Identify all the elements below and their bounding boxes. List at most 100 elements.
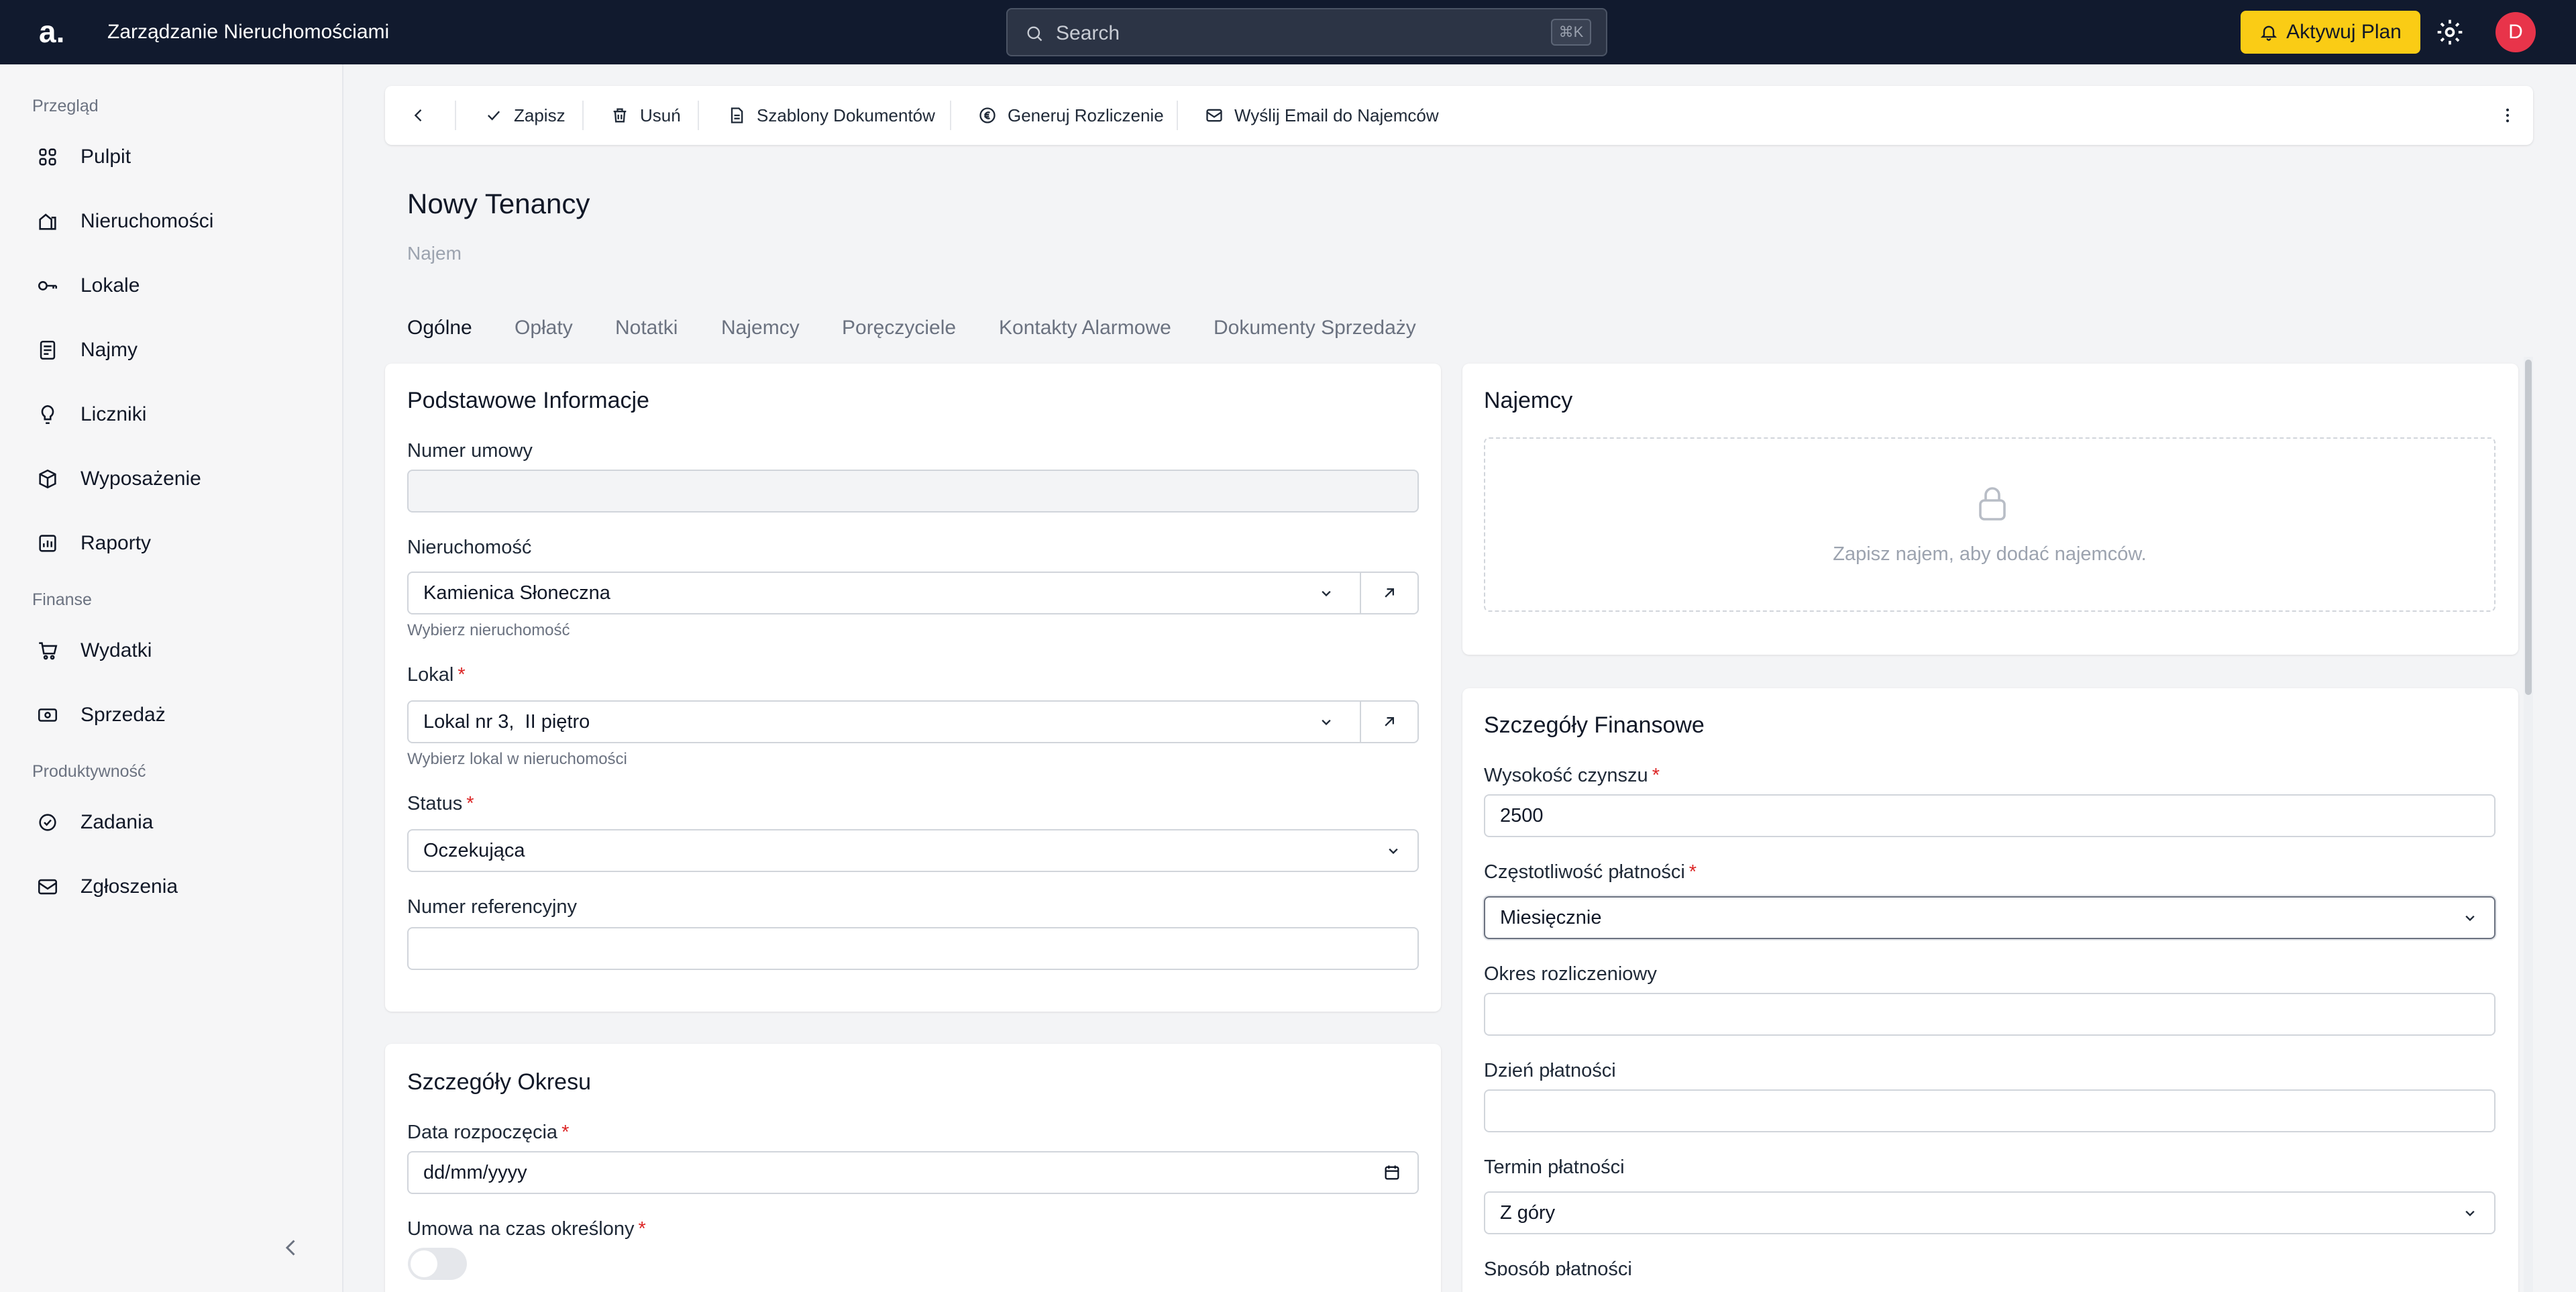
period-details-title: Szczegóły Okresu bbox=[407, 1069, 591, 1095]
unit-select-value: Lokal nr 3, II piętro bbox=[423, 710, 590, 733]
chevron-down-icon bbox=[1389, 848, 1398, 855]
sidebar-item-label: Pulpit bbox=[80, 146, 131, 168]
sidebar-item-equipment[interactable]: Wyposażenie bbox=[27, 457, 322, 500]
sidebar-item-expenses[interactable]: Wydatki bbox=[27, 629, 322, 672]
page-subtitle: Najem bbox=[407, 243, 462, 264]
sidebar-item-label: Zgłoszenia bbox=[80, 875, 178, 898]
tab-guarantors[interactable]: Poręczyciele bbox=[842, 317, 956, 339]
save-button-label: Zapisz bbox=[514, 105, 566, 125]
toolbar-divider bbox=[455, 101, 456, 130]
rent-amount-label: Wysokość czynszu * bbox=[1484, 765, 1660, 787]
email-tenants-label: Wyślij Email do Najemców bbox=[1234, 105, 1439, 125]
sidebar-item-label: Wydatki bbox=[80, 639, 152, 661]
chevron-left-icon bbox=[414, 109, 422, 121]
sidebar-section-productivity: Produktywność bbox=[32, 762, 146, 781]
email-tenants-button[interactable]: Wyślij Email do Najemców bbox=[1205, 86, 1439, 145]
open-unit-button[interactable] bbox=[1360, 700, 1419, 743]
back-button[interactable] bbox=[409, 86, 439, 145]
start-date-label: Data rozpoczęcia * bbox=[407, 1122, 569, 1144]
status-select[interactable]: Oczekująca bbox=[407, 829, 1419, 872]
delete-button[interactable]: Usuń bbox=[610, 86, 681, 145]
payment-due-select[interactable]: Z góry bbox=[1484, 1191, 2496, 1234]
property-select[interactable]: Kamienica Słoneczna bbox=[407, 572, 1361, 614]
chevron-down-icon bbox=[2465, 1210, 2475, 1217]
check-circle-icon bbox=[39, 814, 56, 831]
payment-day-field[interactable] bbox=[1484, 1089, 2496, 1132]
tenants-card-title: Najemcy bbox=[1484, 388, 1573, 413]
user-avatar[interactable]: D bbox=[2496, 12, 2536, 52]
payment-frequency-select[interactable]: Miesięcznie bbox=[1484, 896, 2496, 939]
required-asterisk: * bbox=[1652, 765, 1660, 786]
sidebar-item-meters[interactable]: Liczniki bbox=[27, 393, 322, 436]
sidebar-item-properties[interactable]: Nieruchomości bbox=[27, 200, 322, 243]
fixed-term-label: Umowa na czas określony * bbox=[407, 1218, 646, 1240]
payment-frequency-value: Miesięcznie bbox=[1500, 906, 1602, 928]
euro-icon bbox=[979, 107, 996, 123]
status-label: Status * bbox=[407, 793, 474, 815]
required-asterisk: * bbox=[638, 1218, 646, 1240]
tab-emergency-contacts[interactable]: Kontakty Alarmowe bbox=[999, 317, 1171, 339]
sidebar-item-units[interactable]: Lokale bbox=[27, 264, 322, 307]
save-button[interactable]: Zapisz bbox=[484, 86, 566, 145]
search-placeholder: Search bbox=[1056, 22, 1120, 44]
collapse-sidebar-chevron-icon[interactable] bbox=[279, 1236, 303, 1260]
file-icon bbox=[731, 107, 743, 123]
document-icon bbox=[40, 340, 56, 360]
content-scrollbar-thumb[interactable] bbox=[2525, 360, 2532, 695]
reference-number-label: Numer referencyjny bbox=[407, 896, 578, 918]
sidebar-item-label: Wyposażenie bbox=[80, 468, 201, 490]
tab-notes[interactable]: Notatki bbox=[615, 317, 678, 339]
billing-period-field[interactable] bbox=[1484, 993, 2496, 1036]
chevron-down-icon bbox=[1322, 590, 1331, 597]
generate-settlement-button[interactable]: Generuj Rozliczenie bbox=[978, 86, 1164, 145]
required-asterisk: * bbox=[458, 664, 466, 686]
reference-number-field[interactable] bbox=[407, 927, 1419, 970]
sidebar-item-requests[interactable]: Zgłoszenia bbox=[27, 865, 322, 908]
status-label-text: Status bbox=[407, 793, 463, 814]
sidebar-item-reports[interactable]: Raporty bbox=[27, 522, 322, 565]
chart-icon bbox=[39, 535, 56, 552]
action-toolbar: Zapisz Usuń Szablony Dokumentów Generuj … bbox=[385, 86, 2533, 145]
property-select-value: Kamienica Słoneczna bbox=[423, 582, 610, 604]
rent-amount-field[interactable]: 2500 bbox=[1484, 794, 2496, 837]
tab-fees[interactable]: Opłaty bbox=[515, 317, 573, 339]
sidebar-item-dashboard[interactable]: Pulpit bbox=[27, 136, 322, 178]
financial-details-title: Szczegóły Finansowe bbox=[1484, 712, 1705, 738]
upgrade-plan-button[interactable]: Aktywuj Plan bbox=[2241, 11, 2420, 54]
calendar-icon[interactable] bbox=[1383, 1163, 1401, 1182]
rent-amount-label-text: Wysokość czynszu bbox=[1484, 765, 1648, 786]
app-title: Zarządzanie Nieruchomościami bbox=[107, 21, 390, 43]
contract-number-field[interactable] bbox=[407, 470, 1419, 513]
search-input[interactable]: Search ⌘K bbox=[1006, 8, 1607, 56]
sidebar-item-tasks[interactable]: Zadania bbox=[27, 801, 322, 844]
more-options-button[interactable] bbox=[2498, 86, 2528, 145]
payment-due-label: Termin płatności bbox=[1484, 1156, 1625, 1178]
sidebar-item-tenancies[interactable]: Najmy bbox=[27, 329, 322, 372]
payment-day-label: Dzień płatności bbox=[1484, 1060, 1616, 1081]
settings-gear-icon[interactable] bbox=[2435, 17, 2465, 47]
unit-label-text: Lokal bbox=[407, 664, 454, 686]
open-property-button[interactable] bbox=[1360, 572, 1419, 614]
sidebar-item-label: Nieruchomości bbox=[80, 210, 214, 232]
tab-sales-documents[interactable]: Dokumenty Sprzedaży bbox=[1214, 317, 1416, 339]
unit-hint: Wybierz lokal w nieruchomości bbox=[407, 750, 627, 768]
tab-general[interactable]: Ogólne bbox=[407, 317, 472, 339]
external-link-icon bbox=[1385, 588, 1394, 598]
property-hint: Wybierz nieruchomość bbox=[407, 621, 570, 639]
start-date-field[interactable]: dd/mm/yyyy bbox=[407, 1151, 1419, 1194]
app-logo[interactable]: a. bbox=[39, 15, 72, 48]
payment-frequency-label: Częstotliwość płatności * bbox=[1484, 861, 1697, 883]
fixed-term-toggle[interactable] bbox=[408, 1248, 467, 1280]
tab-tenants[interactable]: Najemcy bbox=[721, 317, 800, 339]
upgrade-plan-label: Aktywuj Plan bbox=[2286, 21, 2402, 43]
document-templates-button[interactable]: Szablony Dokumentów bbox=[727, 86, 935, 145]
trash-icon bbox=[613, 108, 627, 123]
generate-settlement-label: Generuj Rozliczenie bbox=[1008, 105, 1164, 125]
grid-icon bbox=[39, 148, 56, 166]
chevron-down-icon bbox=[1322, 719, 1331, 726]
unit-select[interactable]: Lokal nr 3, II piętro bbox=[407, 700, 1361, 743]
bell-icon bbox=[2260, 25, 2277, 41]
sidebar-item-label: Zadania bbox=[80, 811, 154, 833]
sidebar-item-sales[interactable]: Sprzedaż bbox=[27, 694, 322, 737]
sidebar-item-label: Najmy bbox=[80, 339, 138, 361]
